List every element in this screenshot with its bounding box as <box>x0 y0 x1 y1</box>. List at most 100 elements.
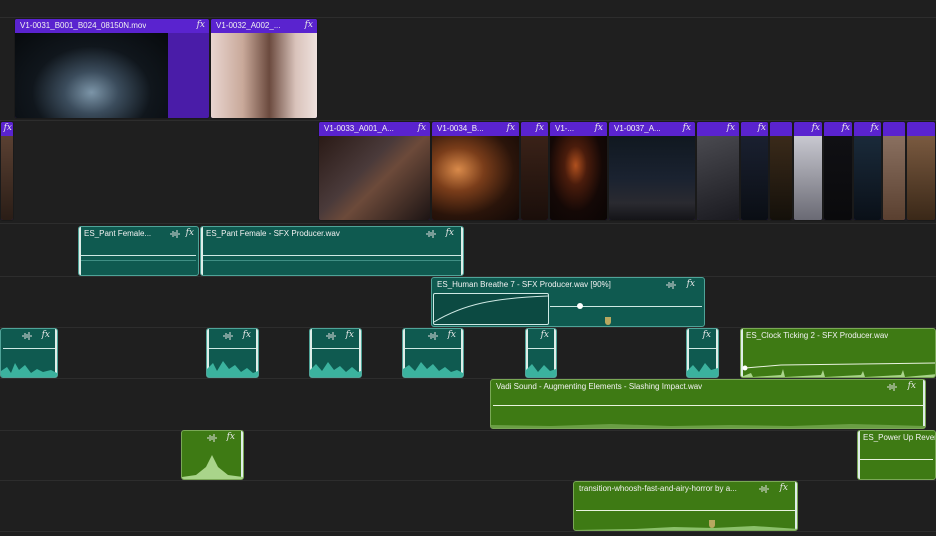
volume-line[interactable] <box>203 255 461 256</box>
video-clip[interactable]: fx <box>520 121 549 221</box>
timeline: V1-0031_B001_B024_08150N.mov fx V1-0032_… <box>0 0 936 536</box>
fx-badge-icon[interactable]: fx <box>871 123 879 133</box>
fx-badge-icon[interactable]: fx <box>243 330 251 340</box>
audio-clip-human-breathe[interactable]: ES_Human Breathe 7 - SFX Producer.wav [9… <box>431 277 705 327</box>
clip-edge[interactable] <box>461 227 463 275</box>
clip-thumbnail <box>609 136 695 220</box>
waveform-icon <box>22 332 32 340</box>
clip-label: V1-0032_A002_... <box>216 21 281 30</box>
crossfade-transition[interactable] <box>433 293 549 325</box>
volume-line[interactable] <box>860 459 933 460</box>
audio-clip-transition-whoosh[interactable]: transition-whoosh-fast-and-airy-horror b… <box>573 481 798 531</box>
audio-clip-power-up[interactable]: ES_Power Up Rever <box>857 430 936 480</box>
waveform-icon <box>207 434 217 442</box>
video-clip[interactable] <box>882 121 906 221</box>
video-clip[interactable]: fx <box>696 121 740 221</box>
fx-badge-icon[interactable]: fx <box>507 123 515 133</box>
video-clip[interactable]: fx <box>853 121 882 221</box>
volume-line[interactable] <box>81 255 196 256</box>
fx-badge-icon[interactable]: fx <box>842 123 850 133</box>
fx-badge-icon[interactable]: fx <box>346 330 354 340</box>
keyframe-point[interactable] <box>577 303 583 309</box>
volume-line[interactable] <box>405 348 461 349</box>
clip-thumbnail <box>521 136 548 220</box>
clip-label: V1-0031_B001_B024_08150N.mov <box>20 21 147 30</box>
volume-line[interactable] <box>528 348 554 349</box>
audio-clip-clock-ticking[interactable]: ES_Clock Ticking 2 - SFX Producer.wav <box>740 328 936 378</box>
clip-edge[interactable] <box>858 431 860 479</box>
audio-clip-small[interactable]: fx <box>206 328 259 378</box>
audio-waveform <box>526 364 556 377</box>
video-clip[interactable]: fx <box>823 121 853 221</box>
fx-badge-icon[interactable]: fx <box>42 330 50 340</box>
volume-line[interactable] <box>689 348 716 349</box>
video-clip[interactable]: fx <box>793 121 823 221</box>
fx-badge-icon[interactable]: fx <box>908 381 916 391</box>
fx-badge-icon[interactable]: fx <box>780 483 788 493</box>
video-clip-v1-0034[interactable]: V1-0034_B... fx <box>431 121 520 221</box>
video-clip-v1-0031[interactable]: V1-0031_B001_B024_08150N.mov fx <box>14 18 210 119</box>
audio-waveform <box>741 369 935 377</box>
clip-label: ES_Clock Ticking 2 - SFX Producer.wav <box>746 331 889 340</box>
volume-line[interactable] <box>576 510 795 511</box>
audio-waveform <box>310 362 361 377</box>
volume-line[interactable] <box>312 348 359 349</box>
volume-line[interactable] <box>3 348 55 349</box>
fx-badge-icon[interactable]: fx <box>541 330 549 340</box>
audio-clip-pant-female-1[interactable]: ES_Pant Female... fx <box>78 226 199 276</box>
audio-clip-pant-female-2[interactable]: ES_Pant Female - SFX Producer.wav fx <box>200 226 464 276</box>
fx-badge-icon[interactable]: fx <box>595 123 603 133</box>
clip-header <box>770 122 792 136</box>
clip-thumbnail <box>794 136 822 220</box>
fx-badge-icon[interactable]: fx <box>197 20 205 30</box>
video-clip-v1[interactable]: V1-... fx <box>549 121 608 221</box>
audio-clip-small[interactable]: fx <box>402 328 464 378</box>
video-clip[interactable]: fx <box>740 121 769 221</box>
fx-badge-icon[interactable]: fx <box>536 123 544 133</box>
volume-line[interactable] <box>550 306 702 307</box>
audio-clip-small[interactable]: fx <box>309 328 362 378</box>
volume-line[interactable] <box>209 348 256 349</box>
clip-label: transition-whoosh-fast-and-airy-horror b… <box>579 484 737 493</box>
video-clip-v1-0033[interactable]: V1-0033_A001_A... fx <box>318 121 431 221</box>
fx-badge-icon[interactable]: fx <box>186 228 194 238</box>
audio-clip-small-green[interactable]: fx <box>181 430 244 480</box>
track-divider <box>0 531 936 532</box>
audio-clip-small[interactable]: fx <box>0 328 58 378</box>
fx-badge-icon[interactable]: fx <box>4 123 12 133</box>
fx-badge-icon[interactable]: fx <box>227 432 235 442</box>
clip-thumbnail <box>319 136 430 220</box>
clip-label: ES_Power Up Rever <box>863 433 936 442</box>
clip-thumbnail <box>854 136 881 220</box>
fx-badge-icon[interactable]: fx <box>687 279 695 289</box>
fx-badge-icon[interactable]: fx <box>448 330 456 340</box>
waveform-icon <box>759 485 769 493</box>
waveform-icon <box>223 332 233 340</box>
keyframe-marker-icon[interactable] <box>605 317 611 325</box>
clip-thumbnail <box>432 136 519 220</box>
fx-badge-icon[interactable]: fx <box>703 330 711 340</box>
waveform-icon <box>666 281 676 289</box>
audio-clip-small[interactable]: fx <box>686 328 719 378</box>
volume-line[interactable] <box>493 405 923 406</box>
clip-edge[interactable] <box>201 227 203 275</box>
video-clip[interactable]: fx <box>0 121 14 221</box>
fx-badge-icon[interactable]: fx <box>305 20 313 30</box>
video-clip-v1-0032[interactable]: V1-0032_A002_... fx <box>210 18 318 119</box>
track-divider <box>0 223 936 224</box>
fx-badge-icon[interactable]: fx <box>727 123 735 133</box>
fx-badge-icon[interactable]: fx <box>418 123 426 133</box>
fx-badge-icon[interactable]: fx <box>683 123 691 133</box>
clip-edge[interactable] <box>79 227 81 275</box>
audio-waveform <box>207 361 258 377</box>
fx-badge-icon[interactable]: fx <box>446 228 454 238</box>
video-clip[interactable] <box>769 121 793 221</box>
audio-clip-small[interactable]: fx <box>525 328 557 378</box>
audio-clip-slashing-impact[interactable]: Vadi Sound - Augmenting Elements - Slash… <box>490 379 926 429</box>
fx-badge-icon[interactable]: fx <box>758 123 766 133</box>
audio-waveform <box>687 363 718 377</box>
fx-badge-icon[interactable]: fx <box>812 123 820 133</box>
video-clip-v1-0037[interactable]: V1-0037_A... fx <box>608 121 696 221</box>
video-clip[interactable] <box>906 121 936 221</box>
audio-waveform <box>574 526 797 530</box>
